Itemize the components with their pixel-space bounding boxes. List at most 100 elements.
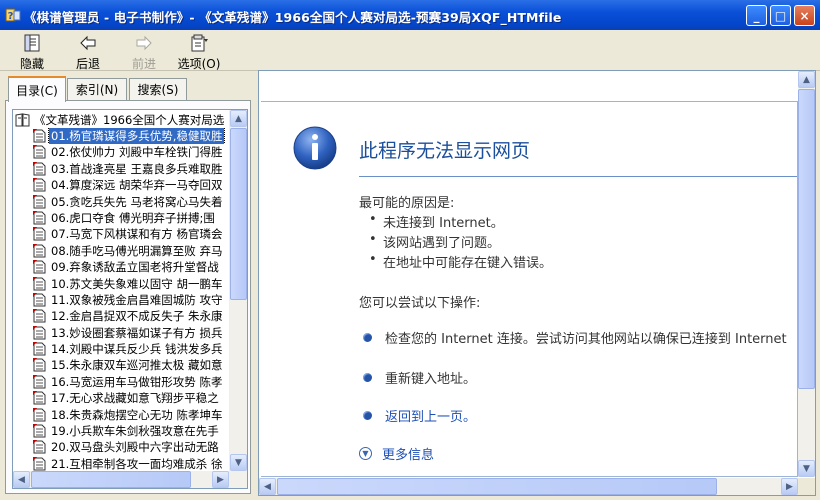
action-check-connection: 检查您的 Internet 连接。尝试访问其他网站以确保已连接到 Interne…: [385, 332, 787, 347]
tree-horizontal-scrollbar[interactable]: ◀ ▶: [13, 471, 247, 488]
page-icon: [33, 358, 46, 372]
scroll-down-arrow-icon[interactable]: ▼: [798, 460, 815, 477]
scroll-left-arrow-icon[interactable]: ◀: [259, 478, 276, 495]
reason-item: 该网站遇到了问题。: [369, 232, 500, 251]
tree-item[interactable]: 09.弃象诱敌孟立国老将升堂督战: [13, 259, 229, 275]
maximize-icon: □: [774, 8, 787, 23]
navigation-pane: 目录(C) 索引(N) 搜索(S) 《文革残谱》1966全国个人赛对局选 01.…: [5, 72, 251, 494]
page-icon: [33, 227, 46, 241]
scroll-down-arrow-icon[interactable]: ▼: [230, 454, 247, 471]
tab-search-label: 搜索(S): [137, 83, 179, 97]
tree-item-label: 18.朱贵森炮摆空心无功 陈孝坤车: [51, 407, 223, 422]
tree-item[interactable]: 11.双象被残金启昌难固城防 攻守: [13, 292, 229, 308]
pane-splitter[interactable]: [251, 72, 258, 494]
tree-item[interactable]: 15.朱永康双车巡河推太极 藏如意: [13, 357, 229, 373]
contents-tree[interactable]: 《文革残谱》1966全国个人赛对局选 01.杨官璘谋得多兵优势,稳健取胜 02.依…: [12, 109, 248, 489]
minimize-button[interactable]: _: [746, 5, 767, 26]
tree-items: 01.杨官璘谋得多兵优势,稳健取胜 02.依仗帅力 刘殿中车栓铁门得胜 03.首战逢…: [13, 128, 229, 488]
tree-item-label: 12.金启昌捉双不成反失子 朱永康: [51, 309, 223, 324]
page-icon: [33, 145, 46, 159]
close-button[interactable]: ×: [794, 5, 815, 26]
options-button[interactable]: 选项(O): [175, 32, 223, 71]
tree-item[interactable]: 05.贪吃兵失先 马老将窝心马失着: [13, 194, 229, 210]
scroll-thumb[interactable]: [798, 89, 815, 389]
divider: [359, 176, 797, 177]
tree-item-label: 17.无心求战藏如意飞翔步平稳之: [51, 391, 219, 406]
page-icon: [33, 325, 46, 340]
tree-item[interactable]: 06.虎口夺食 傅光明弃子拼搏;围: [13, 210, 229, 226]
app-icon: ?: [5, 8, 21, 22]
tree-item[interactable]: 02.依仗帅力 刘殿中车栓铁门得胜: [13, 144, 229, 160]
tree-item-label: 03.首战逢亮星 王嘉良多兵难取胜: [51, 161, 223, 176]
tree-item[interactable]: 07.马宽下风棋谋和有方 杨官璘会: [13, 226, 229, 242]
reason-heading: 最可能的原因是:: [359, 196, 455, 211]
title-bar: ? 《棋谱管理员 - 电子书制作》- 《文革残谱》1966全国个人赛对局选-预赛…: [0, 0, 820, 30]
page-icon: [33, 129, 46, 143]
page-icon: [33, 210, 46, 225]
page-icon: [33, 342, 46, 356]
reason-item: 在地址中可能存在键入错误。: [369, 252, 552, 271]
forward-button[interactable]: 前进: [120, 32, 168, 71]
content-vertical-scrollbar[interactable]: ▲ ▼: [798, 71, 815, 477]
tree-vertical-scrollbar[interactable]: ▲ ▼: [229, 110, 247, 488]
tab-index[interactable]: 索引(N): [67, 78, 127, 100]
bullet-icon: [363, 373, 372, 382]
options-icon: [191, 34, 208, 52]
page-icon: [33, 456, 46, 471]
tree-item-label: 21.互相牵制各攻一面均难成杀 徐: [51, 456, 223, 471]
try-heading: 您可以尝试以下操作:: [359, 296, 481, 311]
tree-item-label: 16.马宽运用车马做钳形攻势 陈孝: [51, 374, 223, 389]
tree-item-label: 04.算度深远 胡荣华弃一马夺回双: [51, 178, 223, 193]
toolbar: 隐藏 后退 前进 选项(O): [0, 30, 820, 71]
tree-item[interactable]: 14.刘殿中谋兵反少兵 钱洪发多兵: [13, 341, 229, 357]
scroll-up-arrow-icon[interactable]: ▲: [798, 71, 815, 88]
scroll-left-arrow-icon[interactable]: ◀: [13, 471, 30, 488]
bullet-icon: [363, 411, 372, 420]
h-scroll-thumb[interactable]: [277, 478, 717, 495]
scroll-corner: [798, 478, 815, 495]
tree-root-label: 《文革残谱》1966全国个人赛对局选: [34, 113, 225, 127]
expand-chevron-icon: ▼: [359, 447, 372, 460]
hide-button[interactable]: 隐藏: [8, 32, 56, 71]
content-horizontal-scrollbar[interactable]: ◀ ▶: [259, 478, 798, 495]
scroll-right-arrow-icon[interactable]: ▶: [781, 478, 798, 495]
close-icon: ×: [799, 8, 810, 23]
back-button[interactable]: 后退: [64, 32, 112, 71]
maximize-button[interactable]: □: [770, 5, 791, 26]
page-icon: [33, 276, 46, 291]
tree-item[interactable]: 17.无心求战藏如意飞翔步平稳之: [13, 390, 229, 406]
tree-item-label: 13.妙设圈套蔡福如谋子有方 损兵: [51, 325, 223, 340]
tree-item-label: 20.双马盘头刘殿中六字出动无路: [51, 440, 219, 455]
tab-contents[interactable]: 目录(C): [8, 76, 66, 102]
tree-item[interactable]: 21.互相牵制各攻一面均难成杀 徐: [13, 456, 229, 472]
action-retype-address: 重新键入地址。: [385, 372, 477, 387]
tree-item[interactable]: 18.朱贵森炮摆空心无功 陈孝坤车: [13, 407, 229, 423]
tree-item[interactable]: 08.随手吃马傅光明漏算至败 弃马: [13, 243, 229, 259]
bullet-icon: [363, 333, 372, 342]
tree-item[interactable]: 10.苏文美失象难以固守 胡一鹏车: [13, 276, 229, 292]
tree-item[interactable]: 03.首战逢亮星 王嘉良多兵难取胜: [13, 161, 229, 177]
tree-item[interactable]: 13.妙设圈套蔡福如谋子有方 损兵: [13, 325, 229, 341]
tree-item[interactable]: 01.杨官璘谋得多兵优势,稳健取胜: [13, 128, 229, 145]
scroll-thumb[interactable]: [230, 128, 247, 300]
error-title: 此程序无法显示网页: [359, 140, 531, 162]
tree-item[interactable]: 04.算度深远 胡荣华弃一马夺回双: [13, 177, 229, 193]
tree-item[interactable]: 12.金启昌捉双不成反失子 朱永康: [13, 308, 229, 324]
h-scroll-thumb[interactable]: [31, 471, 191, 488]
page-icon: [33, 161, 46, 176]
tab-search[interactable]: 搜索(S): [129, 78, 187, 100]
page-icon: [33, 194, 46, 209]
tree-item[interactable]: 20.双马盘头刘殿中六字出动无路: [13, 439, 229, 455]
tree-item-label: 02.依仗帅力 刘殿中车栓铁门得胜: [51, 145, 223, 160]
page-icon: [33, 440, 46, 454]
more-info-link[interactable]: ▼ 更多信息: [359, 444, 434, 463]
tree-item[interactable]: 16.马宽运用车马做钳形攻势 陈孝: [13, 374, 229, 390]
page-icon: [33, 260, 46, 274]
book-icon: [15, 113, 30, 127]
back-to-previous-link[interactable]: 返回到上一页。: [385, 406, 476, 425]
scroll-right-arrow-icon[interactable]: ▶: [212, 471, 229, 488]
page-icon: [33, 407, 46, 422]
scroll-up-arrow-icon[interactable]: ▲: [230, 110, 247, 127]
tree-root[interactable]: 《文革残谱》1966全国个人赛对局选: [15, 111, 224, 129]
tree-item[interactable]: 19.小兵欺车朱剑秋强攻意在先手: [13, 423, 229, 439]
